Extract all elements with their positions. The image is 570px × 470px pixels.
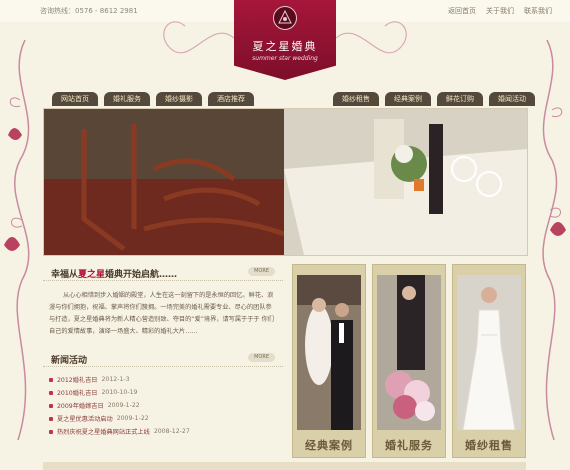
nav-dress-rental[interactable]: 婚纱租售 bbox=[333, 92, 379, 106]
news-header: 新闻活动 MORE bbox=[43, 348, 283, 367]
card-label: 婚礼服务 bbox=[385, 439, 433, 452]
card-label: 婚纱租售 bbox=[465, 439, 513, 452]
hero-banner-image bbox=[43, 108, 528, 256]
top-links: 返回首页 关于我们 联系我们 bbox=[448, 6, 552, 16]
nav-hotel[interactable]: 酒店推荐 bbox=[208, 92, 254, 106]
footer-strip bbox=[43, 462, 526, 470]
bullet-icon bbox=[49, 429, 53, 434]
wedding-flowers-photo bbox=[377, 275, 441, 430]
news-item[interactable]: 2009年婚嫁吉日 2009-1-22 bbox=[49, 399, 279, 412]
welcome-section: 幸福从夏之星婚典开始启航…… MORE 从心心相惜到步入婚姻的殿堂，人生在这一刻… bbox=[43, 262, 283, 338]
news-more-button[interactable]: MORE bbox=[248, 353, 275, 362]
wedding-couple-photo bbox=[297, 275, 361, 430]
bullet-icon bbox=[49, 403, 53, 408]
card-wedding-service[interactable]: 婚礼服务 bbox=[372, 264, 446, 458]
hotline-text: 咨询热线：0576 - 8612 2981 bbox=[40, 7, 138, 15]
header-swirl-right bbox=[336, 21, 407, 54]
logo-name: 夏之星婚典 bbox=[252, 40, 318, 53]
nav-left: 网站首页 婚礼服务 婚纱摄影 酒店推荐 bbox=[52, 92, 254, 106]
card-classic-cases[interactable]: 经典案例 bbox=[292, 264, 366, 458]
header-swirl-left bbox=[163, 21, 234, 54]
logo-tagline: summer star wedding bbox=[252, 55, 318, 62]
contact-link[interactable]: 联系我们 bbox=[524, 6, 552, 16]
welcome-title: 幸福从夏之星婚典开始启航…… bbox=[51, 270, 178, 280]
bullet-icon bbox=[49, 377, 53, 382]
nav-cases[interactable]: 经典案例 bbox=[385, 92, 431, 106]
bridal-dress-photo bbox=[457, 275, 521, 430]
card-label: 经典案例 bbox=[305, 439, 353, 452]
welcome-intro-text: 从心心相惜到步入婚姻的殿堂，人生在这一刻留下的是永恒的回忆。鲜花、浪漫与你们拥抱… bbox=[49, 292, 274, 335]
bullet-icon bbox=[49, 390, 53, 395]
nav-photography[interactable]: 婚纱摄影 bbox=[156, 92, 202, 106]
home-link[interactable]: 返回首页 bbox=[448, 6, 476, 16]
nav-flowers[interactable]: 鲜花订购 bbox=[437, 92, 483, 106]
news-item[interactable]: 2010婚礼吉日 2010-10-19 bbox=[49, 386, 279, 399]
card-dress-rental[interactable]: 婚纱租售 bbox=[452, 264, 526, 458]
news-list: 2012婚礼吉日 2012-1-3 2010婚礼吉日 2010-10-19 2009… bbox=[49, 373, 279, 438]
news-title: 新闻活动 bbox=[51, 356, 88, 366]
nav-home[interactable]: 网站首页 bbox=[52, 92, 98, 106]
welcome-more-button[interactable]: MORE bbox=[248, 267, 275, 276]
site-logo[interactable]: 夏之星婚典 summer star wedding bbox=[234, 0, 336, 80]
welcome-header: 幸福从夏之星婚典开始启航…… MORE bbox=[43, 262, 283, 281]
nav-right: 婚纱租售 经典案例 鲜花订购 婚闻活动 bbox=[333, 92, 535, 106]
news-item[interactable]: 夏之星优惠活动启动 2009-1-22 bbox=[49, 412, 279, 425]
news-item[interactable]: 2012婚礼吉日 2012-1-3 bbox=[49, 373, 279, 386]
about-link[interactable]: 关于我们 bbox=[486, 6, 514, 16]
news-item[interactable]: 热烈庆祝夏之星婚典网站正式上线 2008-12-27 bbox=[49, 425, 279, 438]
logo-emblem-icon bbox=[273, 6, 297, 30]
bullet-icon bbox=[49, 416, 53, 421]
nav-wedding-service[interactable]: 婚礼服务 bbox=[104, 92, 150, 106]
news-section: 新闻活动 MORE bbox=[43, 348, 283, 367]
nav-news[interactable]: 婚闻活动 bbox=[489, 92, 535, 106]
